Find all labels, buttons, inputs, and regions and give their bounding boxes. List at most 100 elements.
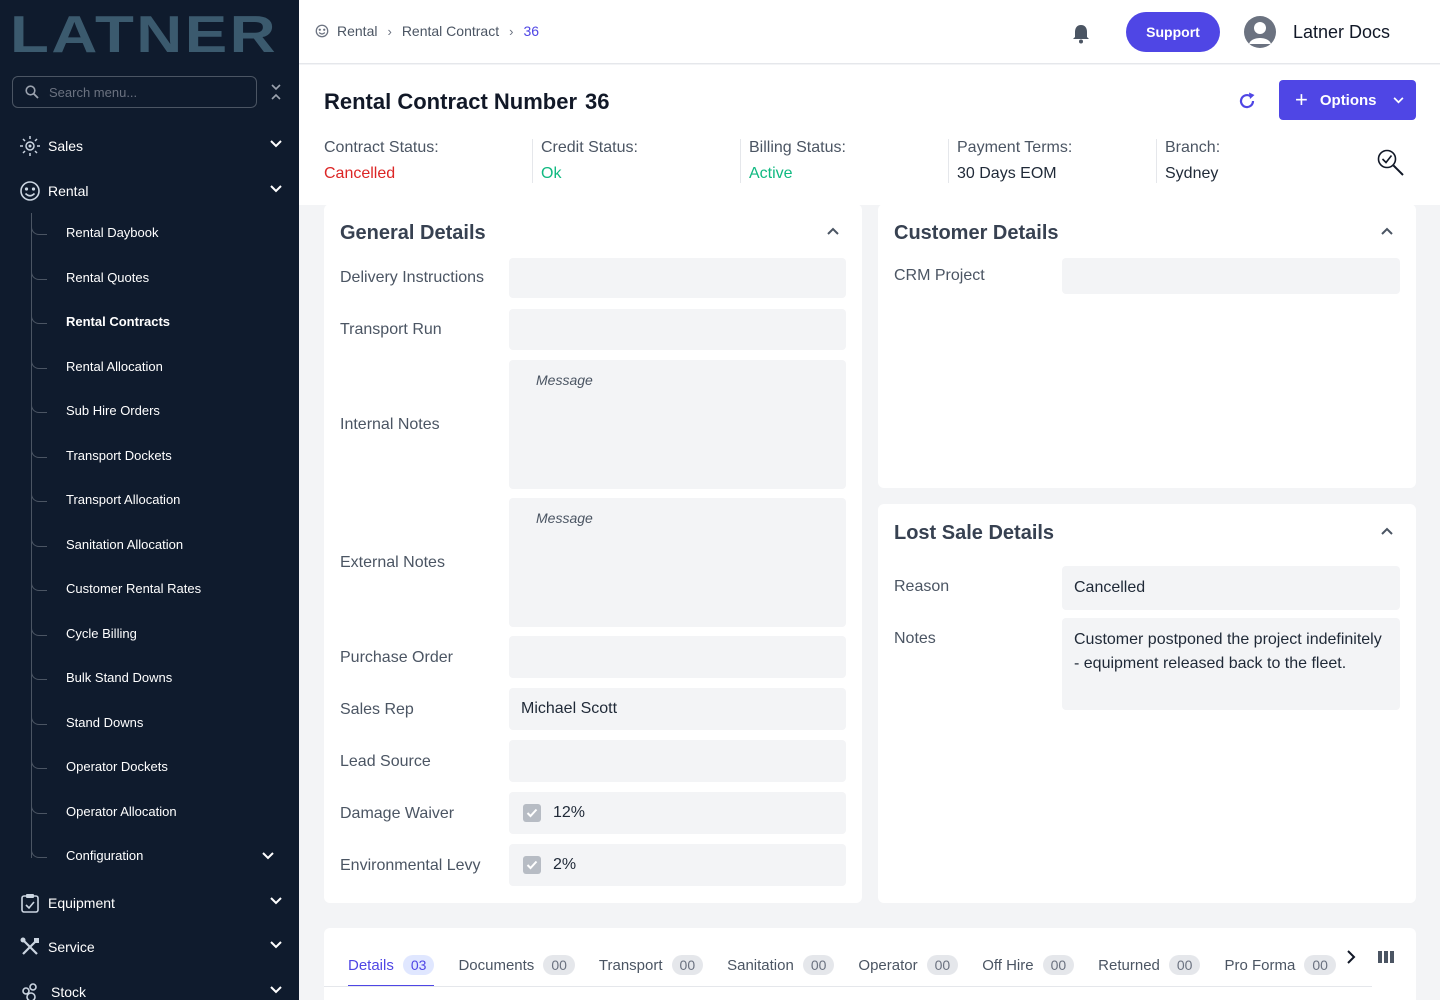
internal-notes-textarea[interactable] — [509, 360, 846, 489]
sidebar-item-equipment[interactable]: Equipment — [0, 883, 299, 923]
tab-label: Details — [348, 956, 394, 974]
sidebar-item-operator-allocation[interactable]: Operator Allocation — [0, 794, 299, 830]
search-check-icon[interactable] — [1376, 148, 1406, 178]
damage-waiver-checkbox[interactable] — [523, 804, 541, 822]
chevron-down-icon — [262, 852, 274, 860]
status-label: Branch: — [1165, 139, 1221, 156]
field-label: Internal Notes — [340, 416, 440, 433]
sidebar-item-operator-dockets[interactable]: Operator Dockets — [0, 749, 299, 785]
chevron-right-icon[interactable] — [1346, 950, 1356, 964]
chevron-up-icon[interactable] — [1381, 227, 1393, 235]
field-label: Damage Waiver — [340, 805, 455, 822]
search-input[interactable] — [49, 84, 239, 100]
sidebar-item-label: Rental — [48, 183, 89, 199]
sidebar-subitem-label: Operator Dockets — [66, 759, 168, 774]
card-title: General Details — [340, 222, 486, 244]
sidebar-item-transport-allocation[interactable]: Transport Allocation — [0, 482, 299, 518]
delivery-instructions-field[interactable] — [509, 258, 846, 298]
billing-status: Billing Status: Active — [749, 139, 846, 187]
chevron-down-icon — [270, 897, 282, 905]
environmental-levy-value: 2% — [553, 856, 577, 873]
tab-count-badge: 00 — [1304, 955, 1336, 975]
sidebar-item-rental-contracts[interactable]: Rental Contracts — [0, 304, 299, 340]
tree-branch — [31, 492, 47, 502]
status-label: Payment Terms: — [957, 139, 1073, 156]
purchase-order-field[interactable] — [509, 636, 846, 678]
tab-label: Returned — [1098, 956, 1160, 974]
breadcrumb-rental[interactable]: Rental — [337, 23, 377, 39]
rental-icon — [20, 181, 40, 201]
tab-transport[interactable]: Transport 00 — [599, 944, 704, 986]
support-button[interactable]: Support — [1126, 12, 1220, 52]
tab-returned[interactable]: Returned 00 — [1098, 944, 1201, 986]
tab-documents[interactable]: Documents 00 — [458, 944, 575, 986]
sidebar-item-sub-hire-orders[interactable]: Sub Hire Orders — [0, 393, 299, 429]
bell-icon[interactable] — [1072, 24, 1090, 44]
sidebar-item-customer-rental-rates[interactable]: Customer Rental Rates — [0, 571, 299, 607]
environmental-levy-checkbox[interactable] — [523, 856, 541, 874]
sidebar-item-configuration[interactable]: Configuration — [0, 838, 299, 874]
tab-operator[interactable]: Operator 00 — [858, 944, 959, 986]
tab-pro-forma[interactable]: Pro Forma 00 — [1224, 944, 1336, 986]
sidebar-item-rental[interactable]: Rental — [0, 171, 299, 211]
sidebar-item-stock[interactable]: Stock — [0, 972, 299, 1000]
columns-icon[interactable] — [1378, 950, 1394, 964]
tab-off-hire[interactable]: Off Hire 00 — [982, 944, 1075, 986]
tree-branch — [31, 448, 47, 458]
sidebar-item-service[interactable]: Service — [0, 927, 299, 967]
contract-number: 36 — [585, 89, 610, 114]
tree-branch — [31, 670, 47, 680]
sidebar-item-stand-downs[interactable]: Stand Downs — [0, 705, 299, 741]
tab-count-badge: 03 — [402, 955, 435, 975]
external-notes-textarea[interactable] — [509, 498, 846, 627]
lead-source-field[interactable] — [509, 740, 846, 782]
credit-status: Credit Status: Ok — [541, 139, 638, 187]
collapse-sidebar-icon[interactable] — [268, 82, 284, 102]
chevron-down-icon — [270, 986, 282, 994]
menu-search[interactable] — [12, 76, 257, 108]
transport-run-field[interactable] — [509, 309, 846, 350]
sidebar-item-sanitation-allocation[interactable]: Sanitation Allocation — [0, 527, 299, 563]
sidebar-item-rental-daybook[interactable]: Rental Daybook — [0, 215, 299, 251]
rental-icon — [315, 24, 329, 38]
top-bar: Rental › Rental Contract › 36 Support La… — [299, 0, 1440, 64]
sidebar-item-transport-dockets[interactable]: Transport Dockets — [0, 438, 299, 474]
tree-branch — [31, 359, 47, 369]
status-value: Ok — [541, 165, 562, 182]
breadcrumb-rental-contract[interactable]: Rental Contract — [402, 23, 499, 39]
sales-rep-field[interactable] — [509, 688, 846, 730]
chevron-right-icon: › — [509, 23, 514, 39]
chevron-down-icon — [1393, 96, 1404, 103]
chevron-right-icon: › — [387, 23, 392, 39]
sidebar-subitem-label: Rental Daybook — [66, 225, 159, 240]
user-menu[interactable]: Latner Docs — [1244, 16, 1390, 48]
page-title-label: Rental Contract Number — [324, 89, 578, 114]
chevron-up-icon[interactable] — [1381, 527, 1393, 535]
breadcrumb: Rental › Rental Contract › 36 — [315, 23, 539, 39]
breadcrumb-current: 36 — [523, 23, 540, 39]
field-label: Lead Source — [340, 753, 431, 770]
environmental-levy-field: 2% — [509, 844, 846, 886]
sidebar-item-bulk-stand-downs[interactable]: Bulk Stand Downs — [0, 660, 299, 696]
chevron-down-icon — [270, 140, 282, 148]
sidebar-item-sales[interactable]: Sales — [0, 126, 299, 166]
lost-sale-reason-value: Cancelled — [1062, 566, 1400, 610]
tab-sanitation[interactable]: Sanitation 00 — [727, 944, 835, 986]
sidebar-subitem-label: Customer Rental Rates — [66, 581, 202, 596]
tab-count-badge: 00 — [1168, 955, 1201, 975]
options-button[interactable]: + Options — [1279, 80, 1416, 120]
tab-details[interactable]: Details 03 — [348, 944, 435, 987]
card-title: Lost Sale Details — [894, 522, 1055, 544]
sidebar-item-cycle-billing[interactable]: Cycle Billing — [0, 616, 299, 652]
sidebar-item-rental-allocation[interactable]: Rental Allocation — [0, 349, 299, 385]
chevron-down-icon — [270, 941, 282, 949]
equipment-icon — [21, 894, 39, 913]
chevron-up-icon[interactable] — [827, 227, 839, 235]
refresh-icon[interactable] — [1237, 91, 1257, 111]
tab-label: Sanitation — [727, 956, 794, 974]
tree-branch — [31, 626, 47, 636]
crm-project-field[interactable] — [1062, 258, 1400, 294]
sidebar-item-rental-quotes[interactable]: Rental Quotes — [0, 260, 299, 296]
latner-logo[interactable]: LATNER — [10, 8, 280, 56]
payment-terms: Payment Terms: 30 Days EOM — [957, 139, 1072, 187]
